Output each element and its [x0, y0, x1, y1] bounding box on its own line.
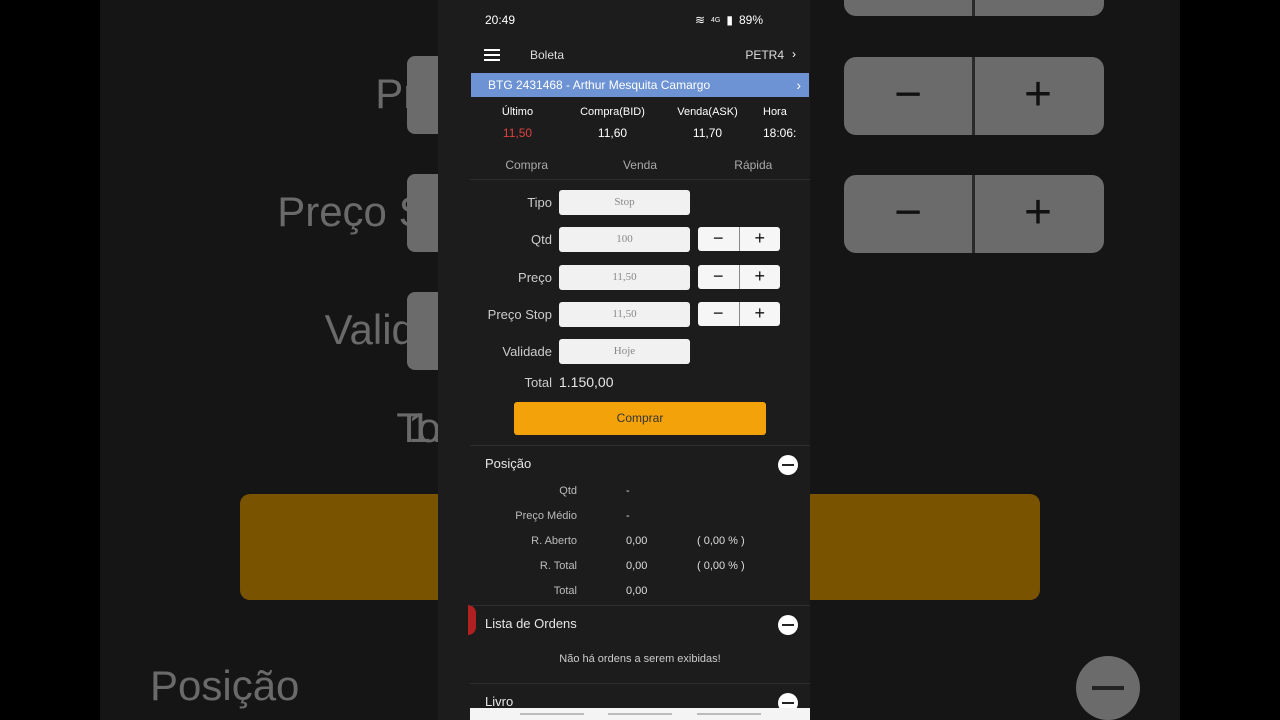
- preco-stop-input[interactable]: 11,50: [559, 301, 690, 327]
- quotes-strip: Último 11,50 Compra(BID) 11,60 Venda(ASK…: [470, 102, 810, 144]
- row-preco-stop: Preço Stop 11,50 − +: [470, 301, 810, 327]
- posicao-row-pct: ( 0,00 % ): [697, 560, 745, 572]
- qtd-decrement-button[interactable]: −: [698, 227, 739, 251]
- app-bar: Boleta PETR4 ›: [470, 40, 810, 70]
- quote-last: Último 11,50: [470, 102, 565, 144]
- posicao-row: Total 0,00: [470, 585, 810, 603]
- preco-stop-stepper: − +: [698, 302, 780, 326]
- tab-compra[interactable]: Compra: [470, 152, 583, 179]
- account-bar[interactable]: BTG 2431468 - Arthur Mesquita Camargo ›: [471, 73, 809, 97]
- bg-stepper: − +: [844, 175, 1104, 253]
- posicao-row-label: R. Total: [539, 560, 577, 572]
- system-nav-bar: [470, 708, 810, 720]
- preco-increment-button[interactable]: +: [738, 265, 781, 289]
- posicao-row-value: -: [626, 510, 630, 522]
- posicao-row-label: Preço Médio: [515, 510, 577, 522]
- wifi-icon: ≋: [694, 13, 706, 27]
- status-bar: 20:49 ≋ 4G ▮ 89%: [438, 0, 810, 40]
- total-label: Total: [524, 374, 552, 390]
- quote-header: Último: [501, 106, 534, 118]
- preco-input[interactable]: 11,50: [559, 264, 690, 290]
- app-title: Boleta: [530, 48, 565, 62]
- posicao-row-label: Total: [553, 585, 577, 597]
- qtd-increment-button[interactable]: +: [738, 227, 781, 251]
- order-tabs: Compra Venda Rápida: [470, 152, 810, 180]
- chevron-right-icon[interactable]: ›: [792, 47, 796, 61]
- row-qtd: Qtd 100 − +: [470, 226, 810, 252]
- quote-value: 18:06:: [763, 126, 797, 140]
- tipo-label: Tipo: [527, 194, 552, 210]
- nav-handle[interactable]: [697, 713, 761, 715]
- posicao-row-pct: ( 0,00 % ): [697, 535, 745, 547]
- bg-label-posicao: Posição: [150, 662, 300, 709]
- validade-label: Validade: [502, 343, 552, 359]
- bg-stepper: − +: [844, 57, 1104, 135]
- quote-value: 11,50: [502, 126, 533, 140]
- row-validade: Validade Hoje: [470, 338, 810, 364]
- posicao-row: Preço Médio -: [470, 510, 810, 528]
- qtd-stepper: − +: [698, 227, 780, 251]
- qtd-input[interactable]: 100: [559, 226, 690, 252]
- ordens-title: Lista de Ordens: [485, 616, 577, 631]
- chevron-right-icon[interactable]: ›: [796, 77, 801, 93]
- posicao-row-value: -: [626, 485, 630, 497]
- qtd-label: Qtd: [531, 231, 552, 247]
- network-label: 4G: [711, 16, 721, 24]
- row-total: Total 1.150,00: [470, 372, 810, 392]
- bg-stepper: [844, 0, 1104, 16]
- battery-level: 89%: [738, 13, 763, 27]
- quote-bid: Compra(BID) 11,60: [565, 102, 660, 144]
- ordens-section: Lista de Ordens: [470, 605, 810, 683]
- tab-rapida[interactable]: Rápida: [697, 152, 810, 179]
- preco-stop-label: Preço Stop: [487, 306, 552, 322]
- row-tipo: Tipo Stop: [470, 189, 810, 215]
- quote-header: Compra(BID): [580, 106, 645, 118]
- ordens-empty-message: Não há ordens a serem exibidas!: [559, 653, 721, 665]
- posicao-row-value: 0,00: [626, 535, 648, 547]
- bg-minus-icon: [1076, 656, 1140, 720]
- posicao-row: R. Total 0,00 ( 0,00 % ): [470, 560, 810, 578]
- status-time: 20:49: [485, 13, 516, 27]
- posicao-title: Posição: [485, 456, 532, 471]
- posicao-row-label: R. Aberto: [531, 535, 577, 547]
- quote-time: Hora 18:06:: [755, 102, 810, 144]
- preco-label: Preço: [518, 269, 552, 285]
- account-label: BTG 2431468 - Arthur Mesquita Camargo: [488, 78, 711, 92]
- comprar-button[interactable]: Comprar: [514, 402, 766, 435]
- livro-title: Livro: [485, 694, 514, 709]
- ticker-selector[interactable]: PETR4: [745, 48, 784, 62]
- quote-value: 11,60: [597, 126, 628, 140]
- menu-icon[interactable]: [484, 49, 500, 61]
- nav-handle[interactable]: [608, 713, 672, 715]
- validade-select[interactable]: Hoje: [559, 338, 690, 364]
- posicao-row: Qtd -: [470, 485, 810, 503]
- quote-value: 11,70: [692, 126, 723, 140]
- preco-decrement-button[interactable]: −: [698, 265, 739, 289]
- preco-stop-increment-button[interactable]: +: [738, 302, 781, 326]
- preco-stop-decrement-button[interactable]: −: [698, 302, 739, 326]
- nav-handle[interactable]: [520, 713, 584, 715]
- quote-ask: Venda(ASK) 11,70: [660, 102, 755, 144]
- posicao-row-value: 0,00: [626, 560, 648, 572]
- posicao-row: R. Aberto 0,00 ( 0,00 % ): [470, 535, 810, 553]
- tab-venda[interactable]: Venda: [583, 152, 696, 179]
- preco-stepper: − +: [698, 265, 780, 289]
- row-preco: Preço 11,50 − +: [470, 264, 810, 290]
- posicao-row-value: 0,00: [626, 585, 648, 597]
- posicao-row-label: Qtd: [559, 485, 577, 497]
- collapse-posicao-icon[interactable]: [778, 455, 798, 475]
- total-value: 1.150,00: [559, 374, 614, 390]
- signal-icon: ▮: [726, 13, 733, 27]
- collapse-ordens-icon[interactable]: [778, 615, 798, 635]
- quote-header: Venda(ASK): [677, 106, 738, 118]
- quote-header: Hora: [763, 106, 787, 118]
- tipo-select[interactable]: Stop: [559, 189, 690, 215]
